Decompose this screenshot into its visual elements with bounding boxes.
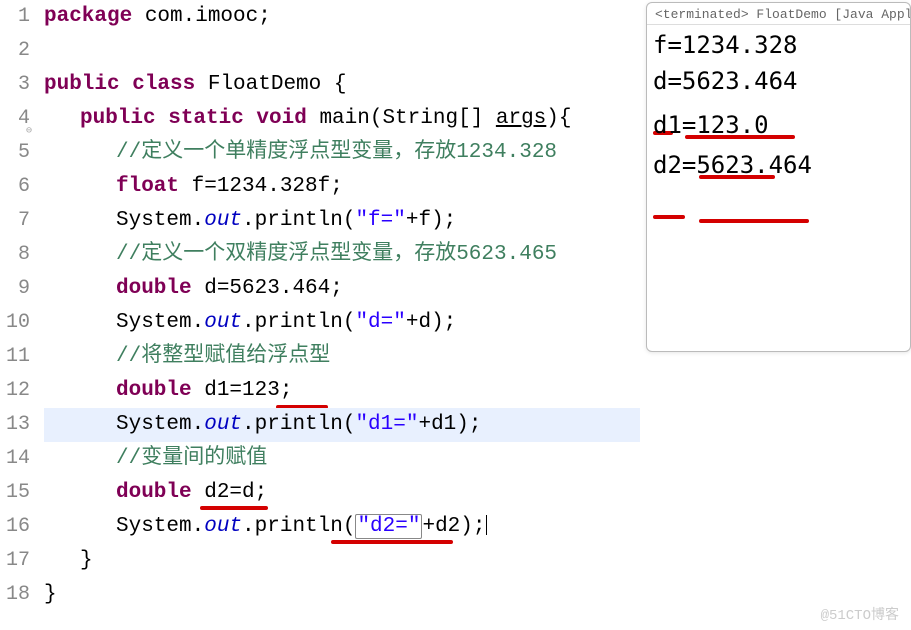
line-number: 13	[0, 408, 30, 442]
code-line[interactable]: //定义一个双精度浮点型变量，存放5623.465	[44, 238, 640, 272]
line-number: 18	[0, 578, 30, 612]
text-cursor	[486, 515, 487, 535]
line-number: 8	[0, 238, 30, 272]
annotation-underline	[653, 215, 685, 219]
console-line: d=5623.464	[653, 63, 904, 107]
code-line[interactable]: public class FloatDemo {	[44, 68, 640, 102]
line-number: 10	[0, 306, 30, 340]
console-line: f=1234.328	[653, 27, 904, 63]
code-line[interactable]: System.out.println("d="+d);	[44, 306, 640, 340]
line-number-gutter: 1 2 3 4⊖ 5 6 7 8 9 10 11 12 13 14 15 16 …	[0, 0, 38, 630]
line-number: 9	[0, 272, 30, 306]
line-number: 16	[0, 510, 30, 544]
code-line[interactable]: //将整型赋值给浮点型	[44, 340, 640, 374]
line-number: 11	[0, 340, 30, 374]
code-area[interactable]: package com.imooc; public class FloatDem…	[38, 0, 640, 630]
code-line[interactable]: }	[44, 578, 640, 612]
code-line[interactable]: double d2=d;	[44, 476, 640, 510]
console-output[interactable]: f=1234.328 d=5623.464 d1=123.0 d2=5623.4…	[647, 25, 910, 193]
line-number: 17	[0, 544, 30, 578]
code-line[interactable]: //变量间的赋值	[44, 442, 640, 476]
line-number: 2	[0, 34, 30, 68]
console-line: d1=123.0	[653, 107, 904, 147]
line-number: 5	[0, 136, 30, 170]
code-line-current[interactable]: System.out.println("d1="+d1);	[44, 408, 640, 442]
code-editor[interactable]: 1 2 3 4⊖ 5 6 7 8 9 10 11 12 13 14 15 16 …	[0, 0, 640, 630]
console-line: d2=5623.464	[653, 147, 904, 191]
code-line[interactable]: System.out.println("d2="+d2);	[44, 510, 640, 544]
line-number: 15	[0, 476, 30, 510]
code-line[interactable]: public static void main(String[] args){	[44, 102, 640, 136]
code-line[interactable]: System.out.println("f="+f);	[44, 204, 640, 238]
watermark: @51CTO博客	[821, 604, 899, 624]
line-number: 1	[0, 0, 30, 34]
code-line[interactable]: //定义一个单精度浮点型变量，存放1234.328	[44, 136, 640, 170]
code-line[interactable]: }	[44, 544, 640, 578]
line-number: 7	[0, 204, 30, 238]
code-line[interactable]	[44, 34, 640, 68]
code-line[interactable]: double d1=123;	[44, 374, 640, 408]
console-title: <terminated> FloatDemo [Java Application	[647, 3, 910, 25]
line-number: 6	[0, 170, 30, 204]
code-line[interactable]: package com.imooc;	[44, 0, 640, 34]
code-line[interactable]: float f=1234.328f;	[44, 170, 640, 204]
line-number: 4⊖	[0, 102, 30, 136]
line-number: 12	[0, 374, 30, 408]
console-panel: <terminated> FloatDemo [Java Application…	[646, 2, 911, 352]
annotation-underline	[699, 219, 809, 223]
line-number: 14	[0, 442, 30, 476]
code-line[interactable]: double d=5623.464;	[44, 272, 640, 306]
line-number: 3	[0, 68, 30, 102]
